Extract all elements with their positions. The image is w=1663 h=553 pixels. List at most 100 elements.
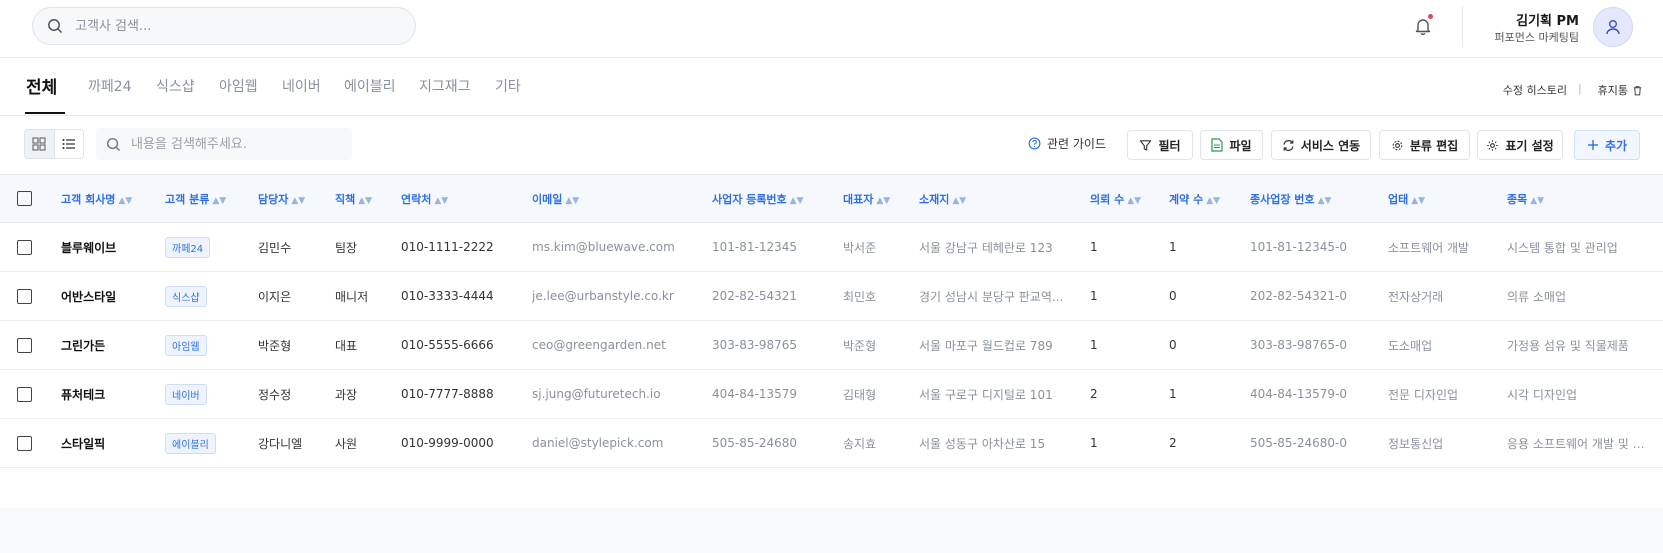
column-header[interactable]: 의뢰 수 ▲▼ (1090, 175, 1169, 223)
email-cell: sj.jung@futuretech.io (532, 387, 661, 401)
category-cell: 까페24 (165, 223, 258, 272)
sort-icon: ▲▼ (434, 195, 449, 206)
sort-icon: ▲▼ (291, 195, 306, 206)
active-tab-indicator (25, 112, 65, 114)
company-name-cell[interactable]: 그린가든 (61, 321, 165, 370)
column-header[interactable]: 대표자 ▲▼ (843, 175, 919, 223)
column-header[interactable]: 담당자 ▲▼ (258, 175, 335, 223)
add-button[interactable]: 추가 (1574, 130, 1640, 160)
table-header-row: 고객 회사명 ▲▼ 고객 분류 ▲▼ 담당자 ▲▼ 직책 ▲▼ 연락처 ▲▼ 이메일 ▲▼ … (0, 174, 1663, 223)
guide-link[interactable]: 관련 가이드 (1028, 135, 1106, 152)
company-name-cell[interactable]: 블루웨이브 (61, 223, 165, 272)
display-settings-label: 표기 설정 (1505, 138, 1554, 153)
sort-icon: ▲▼ (212, 195, 227, 206)
table-row[interactable]: 그린가든 아임웹 박준형 대표 010-5555-6666 ceo@greeng… (0, 321, 1663, 370)
service-link-button[interactable]: 서비스 연동 (1271, 130, 1371, 160)
sub-business-number-cell: 404-84-13579-0 (1250, 387, 1347, 401)
trash-link[interactable]: 휴지통 (1598, 82, 1643, 98)
avatar[interactable] (1593, 7, 1633, 47)
list-view-button[interactable] (53, 130, 83, 158)
company-name-cell[interactable]: 스타일픽 (61, 419, 165, 468)
email-cell: ceo@greengarden.net (532, 338, 666, 352)
request-count-cell: 2 (1090, 387, 1098, 401)
filter-icon (1140, 139, 1152, 151)
tab-all[interactable]: 전체 (26, 73, 57, 98)
column-header[interactable]: 연락처 ▲▼ (401, 175, 532, 223)
grid-icon (32, 137, 47, 151)
customer-search-box[interactable] (32, 7, 416, 45)
row-select-cell (0, 223, 61, 272)
business-number-cell: 505-85-24680 (712, 436, 798, 450)
business-item-cell: 응용 소프트웨어 개발 및 공... (1507, 436, 1656, 451)
position-cell: 대표 (335, 338, 358, 353)
row-checkbox[interactable] (17, 239, 32, 255)
header-divider (1462, 6, 1463, 46)
column-header[interactable]: 고객 분류 ▲▼ (165, 175, 258, 223)
representative-cell: 박준형 (843, 338, 877, 353)
column-header[interactable]: 종사업장 번호 ▲▼ (1250, 175, 1388, 223)
category-badge: 에이블리 (165, 432, 216, 454)
tab-naver[interactable]: 네이버 (282, 76, 321, 96)
table-row[interactable]: 블루웨이브 까페24 김민수 팀장 010-1111-2222 ms.kim@b… (0, 223, 1663, 272)
sort-icon: ▲▼ (789, 195, 804, 206)
contract-count-cell: 1 (1169, 387, 1177, 401)
row-select-cell (0, 419, 61, 468)
business-type-cell: 도소매업 (1388, 338, 1433, 353)
edit-history-link[interactable]: 수정 히스토리 (1503, 82, 1567, 98)
column-header[interactable]: 직책 ▲▼ (335, 175, 401, 223)
customer-search-input[interactable] (75, 18, 375, 34)
company-name-cell[interactable]: 퓨처테크 (61, 370, 165, 419)
content-search-box[interactable] (96, 128, 352, 160)
business-number-cell: 303-83-98765 (712, 338, 798, 352)
table-row[interactable]: 스타일픽 에이블리 강다니엘 사원 010-9999-0000 daniel@s… (0, 419, 1663, 468)
tab-etc[interactable]: 기타 (495, 76, 521, 96)
row-checkbox[interactable] (17, 435, 32, 451)
row-checkbox[interactable] (17, 386, 32, 402)
business-item-cell: 의류 소매업 (1507, 289, 1567, 304)
row-checkbox[interactable] (17, 288, 32, 304)
column-header[interactable]: 소재지 ▲▼ (919, 175, 1090, 223)
position-cell: 매니저 (335, 289, 369, 304)
content-search-input[interactable] (131, 136, 341, 152)
request-count-cell: 1 (1090, 289, 1098, 303)
display-settings-button[interactable]: 표기 설정 (1477, 130, 1563, 160)
column-header[interactable]: 업태 ▲▼ (1388, 175, 1507, 223)
company-name-cell[interactable]: 어반스타일 (61, 272, 165, 321)
select-all-checkbox[interactable] (17, 191, 32, 206)
business-type-cell: 전문 디자인업 (1388, 387, 1459, 402)
filter-button[interactable]: 필터 (1127, 130, 1193, 160)
column-header[interactable]: 사업자 등록번호 ▲▼ (712, 175, 843, 223)
row-checkbox[interactable] (17, 337, 32, 353)
category-cell: 식스샵 (165, 272, 258, 321)
contract-count-cell: 2 (1169, 436, 1177, 450)
column-header[interactable]: 종목 ▲▼ (1507, 175, 1663, 223)
category-badge: 아임웹 (165, 334, 207, 356)
table-row[interactable]: 어반스타일 식스샵 이지은 매니저 010-3333-4444 je.lee@u… (0, 272, 1663, 321)
table-footer-area (0, 508, 1663, 553)
business-type-cell: 전자상거래 (1388, 289, 1444, 304)
phone-cell: 010-9999-0000 (401, 436, 494, 450)
category-cell: 네이버 (165, 370, 258, 419)
link-separator: | (1578, 82, 1582, 95)
category-cell: 아임웹 (165, 321, 258, 370)
column-header[interactable]: 이메일 ▲▼ (532, 175, 712, 223)
grid-view-button[interactable] (25, 130, 54, 158)
notification-bell-icon[interactable] (1410, 13, 1436, 39)
column-header[interactable]: 계약 수 ▲▼ (1169, 175, 1250, 223)
file-button[interactable]: 파일 (1200, 130, 1263, 160)
manager-cell: 정수정 (258, 387, 292, 402)
category-edit-button[interactable]: 분류 편집 (1379, 130, 1470, 160)
address-cell: 서울 마포구 월드컵로 789 (919, 338, 1053, 353)
sub-business-number-cell: 202-82-54321-0 (1250, 289, 1347, 303)
help-circle-icon (1028, 137, 1041, 150)
phone-cell: 010-7777-8888 (401, 387, 494, 401)
row-select-cell (0, 272, 61, 321)
tab-cafe24[interactable]: 까페24 (88, 76, 132, 96)
tab-imweb[interactable]: 아임웹 (219, 76, 258, 96)
position-cell: 과장 (335, 387, 358, 402)
tab-sixshop[interactable]: 식스샵 (156, 76, 195, 96)
table-row[interactable]: 퓨처테크 네이버 정수정 과장 010-7777-8888 sj.jung@fu… (0, 370, 1663, 419)
tab-zigzag[interactable]: 지그재그 (419, 76, 471, 96)
tab-ably[interactable]: 에이블리 (344, 76, 396, 96)
column-header[interactable]: 고객 회사명 ▲▼ (61, 175, 165, 223)
